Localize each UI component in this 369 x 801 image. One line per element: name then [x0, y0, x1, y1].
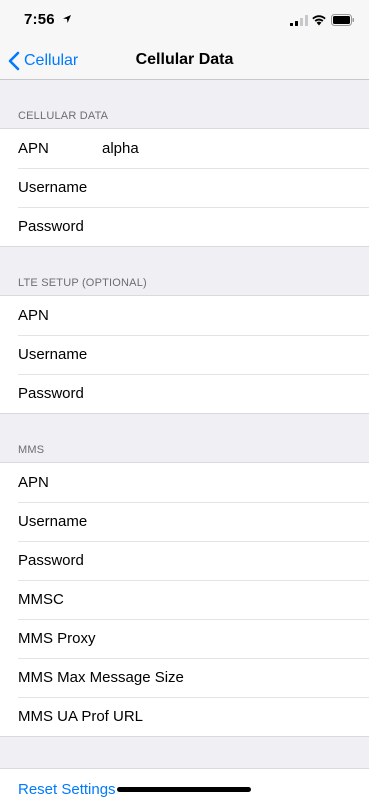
row-label: Password — [18, 385, 84, 402]
cellular-data-group: APN alpha Username Password — [0, 128, 369, 247]
row-label: APN — [18, 140, 49, 157]
mms-username-row[interactable]: Username — [0, 502, 369, 541]
mms-group: APN Username Password MMSC MMS Proxy MMS… — [0, 462, 369, 737]
lte-apn-row[interactable]: APN — [0, 296, 369, 335]
section-header-cellular-data: CELLULAR DATA — [18, 110, 109, 122]
mms-max-message-size-row[interactable]: MMS Max Message Size — [0, 658, 369, 697]
row-label: MMS Max Message Size — [18, 669, 184, 686]
section-header-mms: MMS — [18, 444, 45, 456]
reset-settings-button[interactable]: Reset Settings — [18, 781, 116, 798]
cellular-username-row[interactable]: Username — [0, 168, 369, 207]
navigation-bar: Cellular Cellular Data — [0, 44, 369, 80]
section-header-lte-setup: LTE SETUP (OPTIONAL) — [18, 277, 147, 289]
location-arrow-icon — [63, 15, 71, 23]
row-label: APN — [18, 474, 49, 491]
row-label: Username — [18, 346, 88, 363]
row-label: Username — [18, 179, 88, 196]
reset-settings-group: Reset Settings — [0, 768, 369, 801]
page-title: Cellular Data — [135, 51, 234, 68]
lte-username-row[interactable]: Username — [0, 335, 369, 374]
mms-proxy-row[interactable]: MMS Proxy — [0, 619, 369, 658]
cellular-apn-value[interactable]: alpha — [102, 140, 139, 157]
lte-password-row[interactable]: Password — [0, 374, 369, 413]
home-indicator[interactable] — [117, 787, 251, 792]
row-label: MMS Proxy — [18, 630, 96, 647]
status-bar: 7:56 — [0, 0, 369, 44]
mmsc-row[interactable]: MMSC — [0, 580, 369, 619]
row-label: Password — [18, 552, 84, 569]
cellular-apn-row[interactable]: APN alpha — [0, 129, 369, 168]
battery-icon — [331, 14, 354, 26]
lte-setup-group: APN Username Password — [0, 295, 369, 414]
mms-ua-prof-url-row[interactable]: MMS UA Prof URL — [0, 697, 369, 736]
mms-apn-row[interactable]: APN — [0, 463, 369, 502]
row-label: Password — [18, 218, 84, 235]
row-label: MMSC — [18, 591, 64, 608]
cellular-password-row[interactable]: Password — [0, 207, 369, 246]
row-label: MMS UA Prof URL — [18, 708, 144, 725]
row-label: Username — [18, 513, 88, 530]
status-time: 7:56 — [24, 11, 55, 28]
wifi-icon — [312, 15, 326, 26]
cellular-signal-icon — [290, 15, 308, 26]
mms-password-row[interactable]: Password — [0, 541, 369, 580]
row-label: APN — [18, 307, 49, 324]
